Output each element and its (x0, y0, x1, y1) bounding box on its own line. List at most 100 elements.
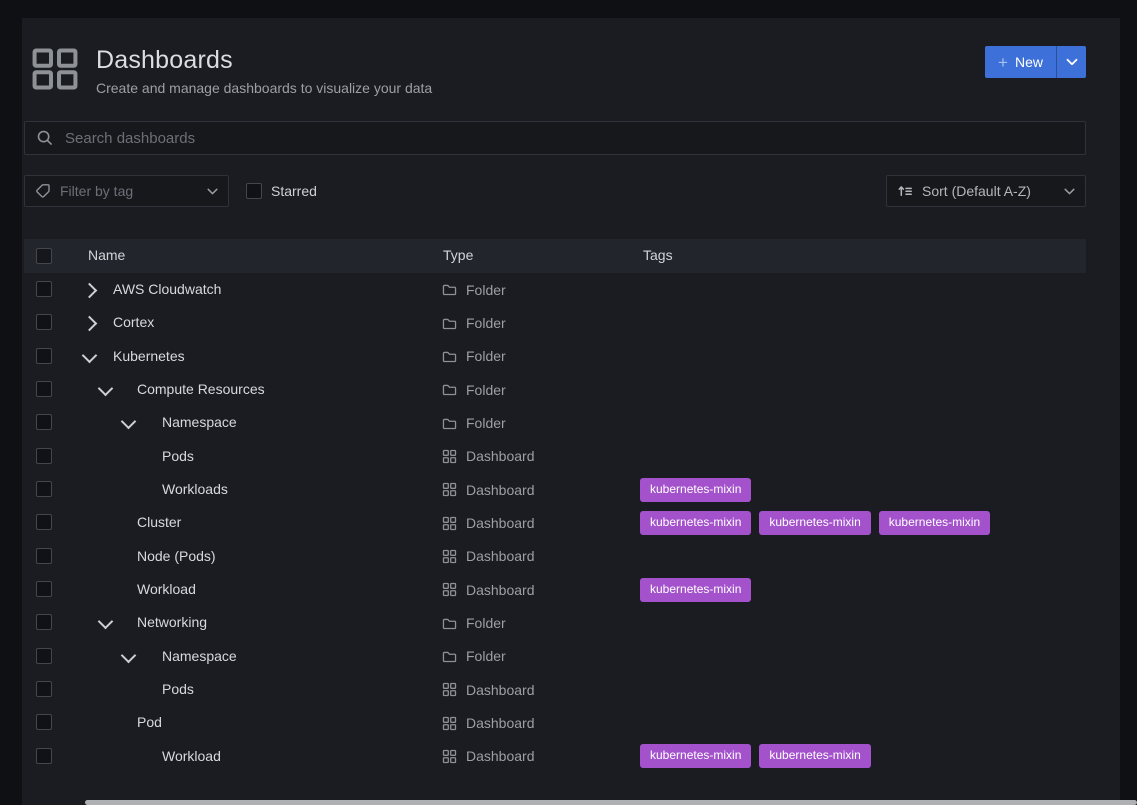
tag-badge[interactable]: kubernetes-mixin (759, 511, 870, 535)
search-bar (24, 121, 1086, 155)
dashboard-name-link[interactable]: Pod (137, 714, 162, 730)
type-label: Dashboard (466, 715, 535, 731)
type-cell: Dashboard (442, 573, 535, 606)
dashboard-name-link[interactable]: Workload (137, 581, 196, 597)
folder-name-link[interactable]: Namespace (162, 414, 237, 430)
dashboard-icon (442, 582, 457, 597)
tag-badge[interactable]: kubernetes-mixin (879, 511, 990, 535)
search-input[interactable] (63, 129, 1074, 148)
tag-filter-select[interactable]: Filter by tag (24, 175, 229, 207)
row-checkbox[interactable] (36, 348, 52, 364)
table-row: AWS Cloudwatch Folder (24, 273, 1086, 306)
folder-icon (442, 617, 457, 630)
table-row: Node (Pods) Dashboard (24, 540, 1086, 573)
row-checkbox[interactable] (36, 514, 52, 530)
table-row: Namespace Folder (24, 406, 1086, 439)
type-label: Dashboard (466, 448, 535, 464)
type-cell: Dashboard (442, 473, 535, 506)
chevron-down-icon[interactable] (98, 614, 114, 630)
type-label: Folder (466, 315, 506, 331)
type-label: Folder (466, 415, 506, 431)
row-checkbox[interactable] (36, 414, 52, 430)
row-checkbox[interactable] (36, 481, 52, 497)
dashboard-name-link[interactable]: Cluster (137, 514, 181, 530)
chevron-right-icon[interactable] (82, 316, 98, 332)
chevron-down-icon[interactable] (121, 648, 137, 664)
dashboard-icon (442, 482, 457, 497)
type-label: Folder (466, 648, 506, 664)
type-label: Dashboard (466, 515, 535, 531)
select-all-checkbox[interactable] (36, 248, 52, 264)
table-row: Namespace Folder (24, 640, 1086, 673)
row-checkbox[interactable] (36, 281, 52, 297)
folder-name-link[interactable]: Kubernetes (113, 348, 185, 364)
chevron-down-icon[interactable] (121, 414, 137, 430)
plus-icon: + (998, 54, 1008, 71)
column-header-name: Name (88, 247, 125, 263)
horizontal-scrollbar[interactable] (85, 800, 1137, 805)
dashboard-name-link[interactable]: Pods (162, 681, 194, 697)
table-row: Pods Dashboard (24, 673, 1086, 706)
folder-name-link[interactable]: Networking (137, 614, 207, 630)
tags-cell: kubernetes-mixin (640, 573, 751, 606)
new-dropdown-button[interactable] (1056, 46, 1086, 78)
type-label: Dashboard (466, 748, 535, 764)
folder-name-link[interactable]: Compute Resources (137, 381, 265, 397)
type-label: Folder (466, 348, 506, 364)
row-checkbox[interactable] (36, 381, 52, 397)
tag-badge[interactable]: kubernetes-mixin (640, 478, 751, 502)
tag-icon (35, 183, 51, 199)
column-header-tags: Tags (643, 247, 673, 263)
row-checkbox[interactable] (36, 314, 52, 330)
dashboard-name-link[interactable]: Node (Pods) (137, 548, 216, 564)
page-subtitle: Create and manage dashboards to visualiz… (96, 80, 985, 96)
type-label: Folder (466, 282, 506, 298)
folder-name-link[interactable]: Cortex (113, 314, 154, 330)
tag-badge[interactable]: kubernetes-mixin (759, 744, 870, 768)
new-button-group: + New (985, 46, 1086, 78)
table-row: Pods Dashboard (24, 440, 1086, 473)
type-label: Dashboard (466, 548, 535, 564)
page-title: Dashboards (96, 46, 985, 75)
dashboard-icon (442, 716, 457, 731)
row-checkbox[interactable] (36, 614, 52, 630)
row-checkbox[interactable] (36, 448, 52, 464)
chevron-down-icon[interactable] (82, 347, 98, 363)
chevron-right-icon[interactable] (82, 283, 98, 299)
tag-badge[interactable]: kubernetes-mixin (640, 744, 751, 768)
row-checkbox[interactable] (36, 581, 52, 597)
table-row: Cortex Folder (24, 306, 1086, 339)
type-label: Folder (466, 615, 506, 631)
table-row: Kubernetes Folder (24, 340, 1086, 373)
row-checkbox[interactable] (36, 681, 52, 697)
type-label: Folder (466, 382, 506, 398)
type-cell: Dashboard (442, 440, 535, 473)
new-button[interactable]: + New (985, 46, 1056, 78)
type-cell: Dashboard (442, 740, 535, 773)
chevron-down-icon[interactable] (98, 381, 114, 397)
dashboard-name-link[interactable]: Workloads (162, 481, 228, 497)
table-row: ClusterDashboardkubernetes-mixinkubernet… (24, 506, 1086, 539)
type-label: Dashboard (466, 582, 535, 598)
type-cell: Folder (442, 406, 506, 439)
folder-name-link[interactable]: AWS Cloudwatch (113, 281, 221, 297)
search-icon (36, 129, 54, 147)
row-checkbox[interactable] (36, 648, 52, 664)
tag-badge[interactable]: kubernetes-mixin (640, 511, 751, 535)
row-checkbox[interactable] (36, 714, 52, 730)
type-label: Dashboard (466, 682, 535, 698)
table-row: Networking Folder (24, 606, 1086, 639)
row-checkbox[interactable] (36, 748, 52, 764)
tag-badge[interactable]: kubernetes-mixin (640, 578, 751, 602)
type-cell: Folder (442, 373, 506, 406)
tags-cell: kubernetes-mixin kubernetes-mixin kubernet… (640, 506, 990, 539)
tag-filter-value: Filter by tag (60, 183, 198, 199)
dashboard-icon (442, 516, 457, 531)
sort-select[interactable]: Sort (Default A-Z) (886, 175, 1086, 207)
starred-checkbox[interactable] (246, 183, 262, 199)
row-checkbox[interactable] (36, 548, 52, 564)
dashboard-name-link[interactable]: Pods (162, 448, 194, 464)
folder-icon (442, 350, 457, 363)
folder-name-link[interactable]: Namespace (162, 648, 237, 664)
dashboard-name-link[interactable]: Workload (162, 748, 221, 764)
